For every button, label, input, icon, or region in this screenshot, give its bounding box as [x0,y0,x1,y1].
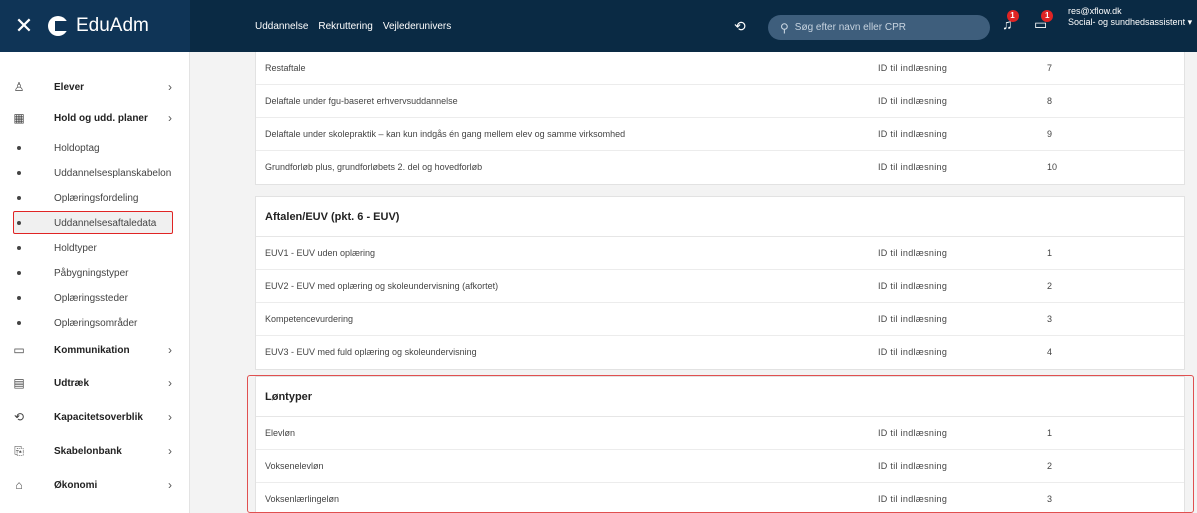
chevron-right-icon: › [168,478,172,492]
chevron-right-icon: › [168,111,172,125]
eduadm-logo-icon [48,16,68,36]
user-email: res@xflow.dk [1068,6,1122,16]
sidebar-subitem-label: Oplæringsfordeling [54,192,139,204]
sidebar-item-elever[interactable]: ♙ Elever › [0,76,190,98]
bullet-icon [17,271,21,275]
sidebar-item-label: Udtræk [54,377,90,389]
sidebar-subitem-label: Holdtyper [54,242,97,254]
capacity-icon[interactable]: ⟲ [734,0,746,52]
table-row[interactable]: EUV3 - EUV med fuld oplæring og skoleund… [256,336,1184,369]
user-role: Social- og sundhedsassistent ▾ [1068,17,1193,27]
sidebar-subitem-label: Uddannelsesaftaledata [54,217,157,229]
close-icon[interactable]: ✕ [0,0,48,52]
top-nav: Uddannelse Rekruttering Vejlederunivers [255,0,451,52]
sidebar-subitem-label: Oplæringsområder [54,317,138,329]
sidebar-item-uddannelsesaftaledata[interactable]: Uddannelsesaftaledata [0,212,190,234]
sidebar-item-holdoptag[interactable]: Holdoptag [0,137,190,159]
search-icon: ⚲ [780,20,789,35]
search-input[interactable] [794,22,975,33]
messages-badge: 1 [1041,10,1054,22]
chat-icon: ▭ [13,343,25,357]
card-aftaletyper: Restaftale ID til indlæsning 7 Delaftale u… [255,52,1185,185]
messages-icon[interactable]: ▭ 1 [1034,10,1054,33]
export-icon: ▤ [13,376,25,390]
chevron-right-icon: › [168,343,172,357]
sidebar-item-kapacitetsoverblik[interactable]: ⟲ Kapacitetsoverblik › [0,406,190,428]
app-name: EduAdm [76,15,149,36]
nav-rekruttering[interactable]: Rekruttering [318,21,372,32]
table-row[interactable]: Kompetencevurdering ID til indlæsning 3 [256,303,1184,336]
sidebar-item-label: Kapacitetsoverblik [54,411,143,423]
chevron-right-icon: › [168,376,172,390]
chevron-right-icon: › [168,80,172,94]
sidebar-item-label: Kommunikation [54,344,130,356]
bullet-icon [17,221,21,225]
top-bar: ✕ EduAdm Uddannelse Rekruttering Vejlede… [0,0,1197,52]
sidebar-item-oplæringssteder[interactable]: Oplæringssteder [0,287,190,309]
bullet-icon [17,296,21,300]
template-icon: ⎘ [14,443,24,458]
sidebar-item-label: Elever [54,81,85,93]
table-row[interactable]: EUV2 - EUV med oplæring og skoleundervis… [256,270,1184,303]
loentyper-highlight-box [247,375,1194,513]
bullet-icon [17,146,21,150]
table-row[interactable]: EUV1 - EUV uden oplæring ID til indlæsnin… [256,237,1184,270]
calendar-icon: ▦ [13,111,25,125]
sidebar-item-påbygningstyper[interactable]: Påbygningstyper [0,262,190,284]
logo-area: ✕ EduAdm [0,0,190,52]
nav-uddannelse[interactable]: Uddannelse [255,21,308,32]
sidebar-subitem-label: Holdoptag [54,142,100,154]
table-row[interactable]: Delaftale under skolepraktik – kan kun i… [256,118,1184,151]
sidebar-item-uddannelsesplanskabelon[interactable]: Uddannelsesplanskabelon [0,162,190,184]
chevron-right-icon: › [168,444,172,458]
user-menu[interactable]: res@xflow.dk Social- og sundhedsassisten… [1068,6,1192,28]
capacity-icon: ⟲ [13,410,25,424]
bullet-icon [17,321,21,325]
sidebar-item-oplæringsområder[interactable]: Oplæringsområder [0,312,190,334]
sidebar-subitem-label: Påbygningstyper [54,267,129,279]
bullet-icon [17,246,21,250]
table-row[interactable]: Restaftale ID til indlæsning 7 [256,52,1184,85]
sidebar-item-udtræk[interactable]: ▤ Udtræk › [0,372,190,394]
nav-vejlederunivers[interactable]: Vejlederunivers [383,21,451,32]
sidebar-subitem-label: Oplæringssteder [54,292,128,304]
search-bar[interactable]: ⚲ [768,15,990,40]
user-icon: ♙ [13,80,25,94]
sidebar-item-økonomi[interactable]: ⌂ Økonomi › [0,474,190,496]
sidebar-item-label: Skabelonbank [54,445,122,457]
chevron-right-icon: › [168,410,172,424]
sidebar-item-hold-og-udd-planer[interactable]: ▦ Hold og udd. planer › [0,107,190,129]
sidebar-item-label: Økonomi [54,479,98,491]
table-row[interactable]: Delaftale under fgu-baseret erhvervsudda… [256,85,1184,118]
card-aftalen-euv: Aftalen/EUV (pkt. 6 - EUV) EUV1 - EUV ud… [255,196,1185,370]
bullet-icon [17,171,21,175]
sidebar-item-oplæringsfordeling[interactable]: Oplæringsfordeling [0,187,190,209]
notification-badge: 1 [1006,10,1019,22]
sidebar-item-skabelonbank[interactable]: ⎘ Skabelonbank › [0,440,190,462]
sidebar-item-label: Hold og udd. planer [54,112,148,124]
card-title: Aftalen/EUV (pkt. 6 - EUV) [256,197,1184,237]
sidebar-subitem-label: Uddannelsesplanskabelon [54,167,172,179]
sidebar-item-holdtyper[interactable]: Holdtyper [0,237,190,259]
notification-bell-icon[interactable]: ♫ 1 [1002,10,1019,32]
bullet-icon [17,196,21,200]
table-row[interactable]: Grundforløb plus, grundforløbets 2. del … [256,151,1184,184]
bag-icon: ⌂ [15,478,23,492]
sidebar-item-kommunikation[interactable]: ▭ Kommunikation › [0,339,190,361]
